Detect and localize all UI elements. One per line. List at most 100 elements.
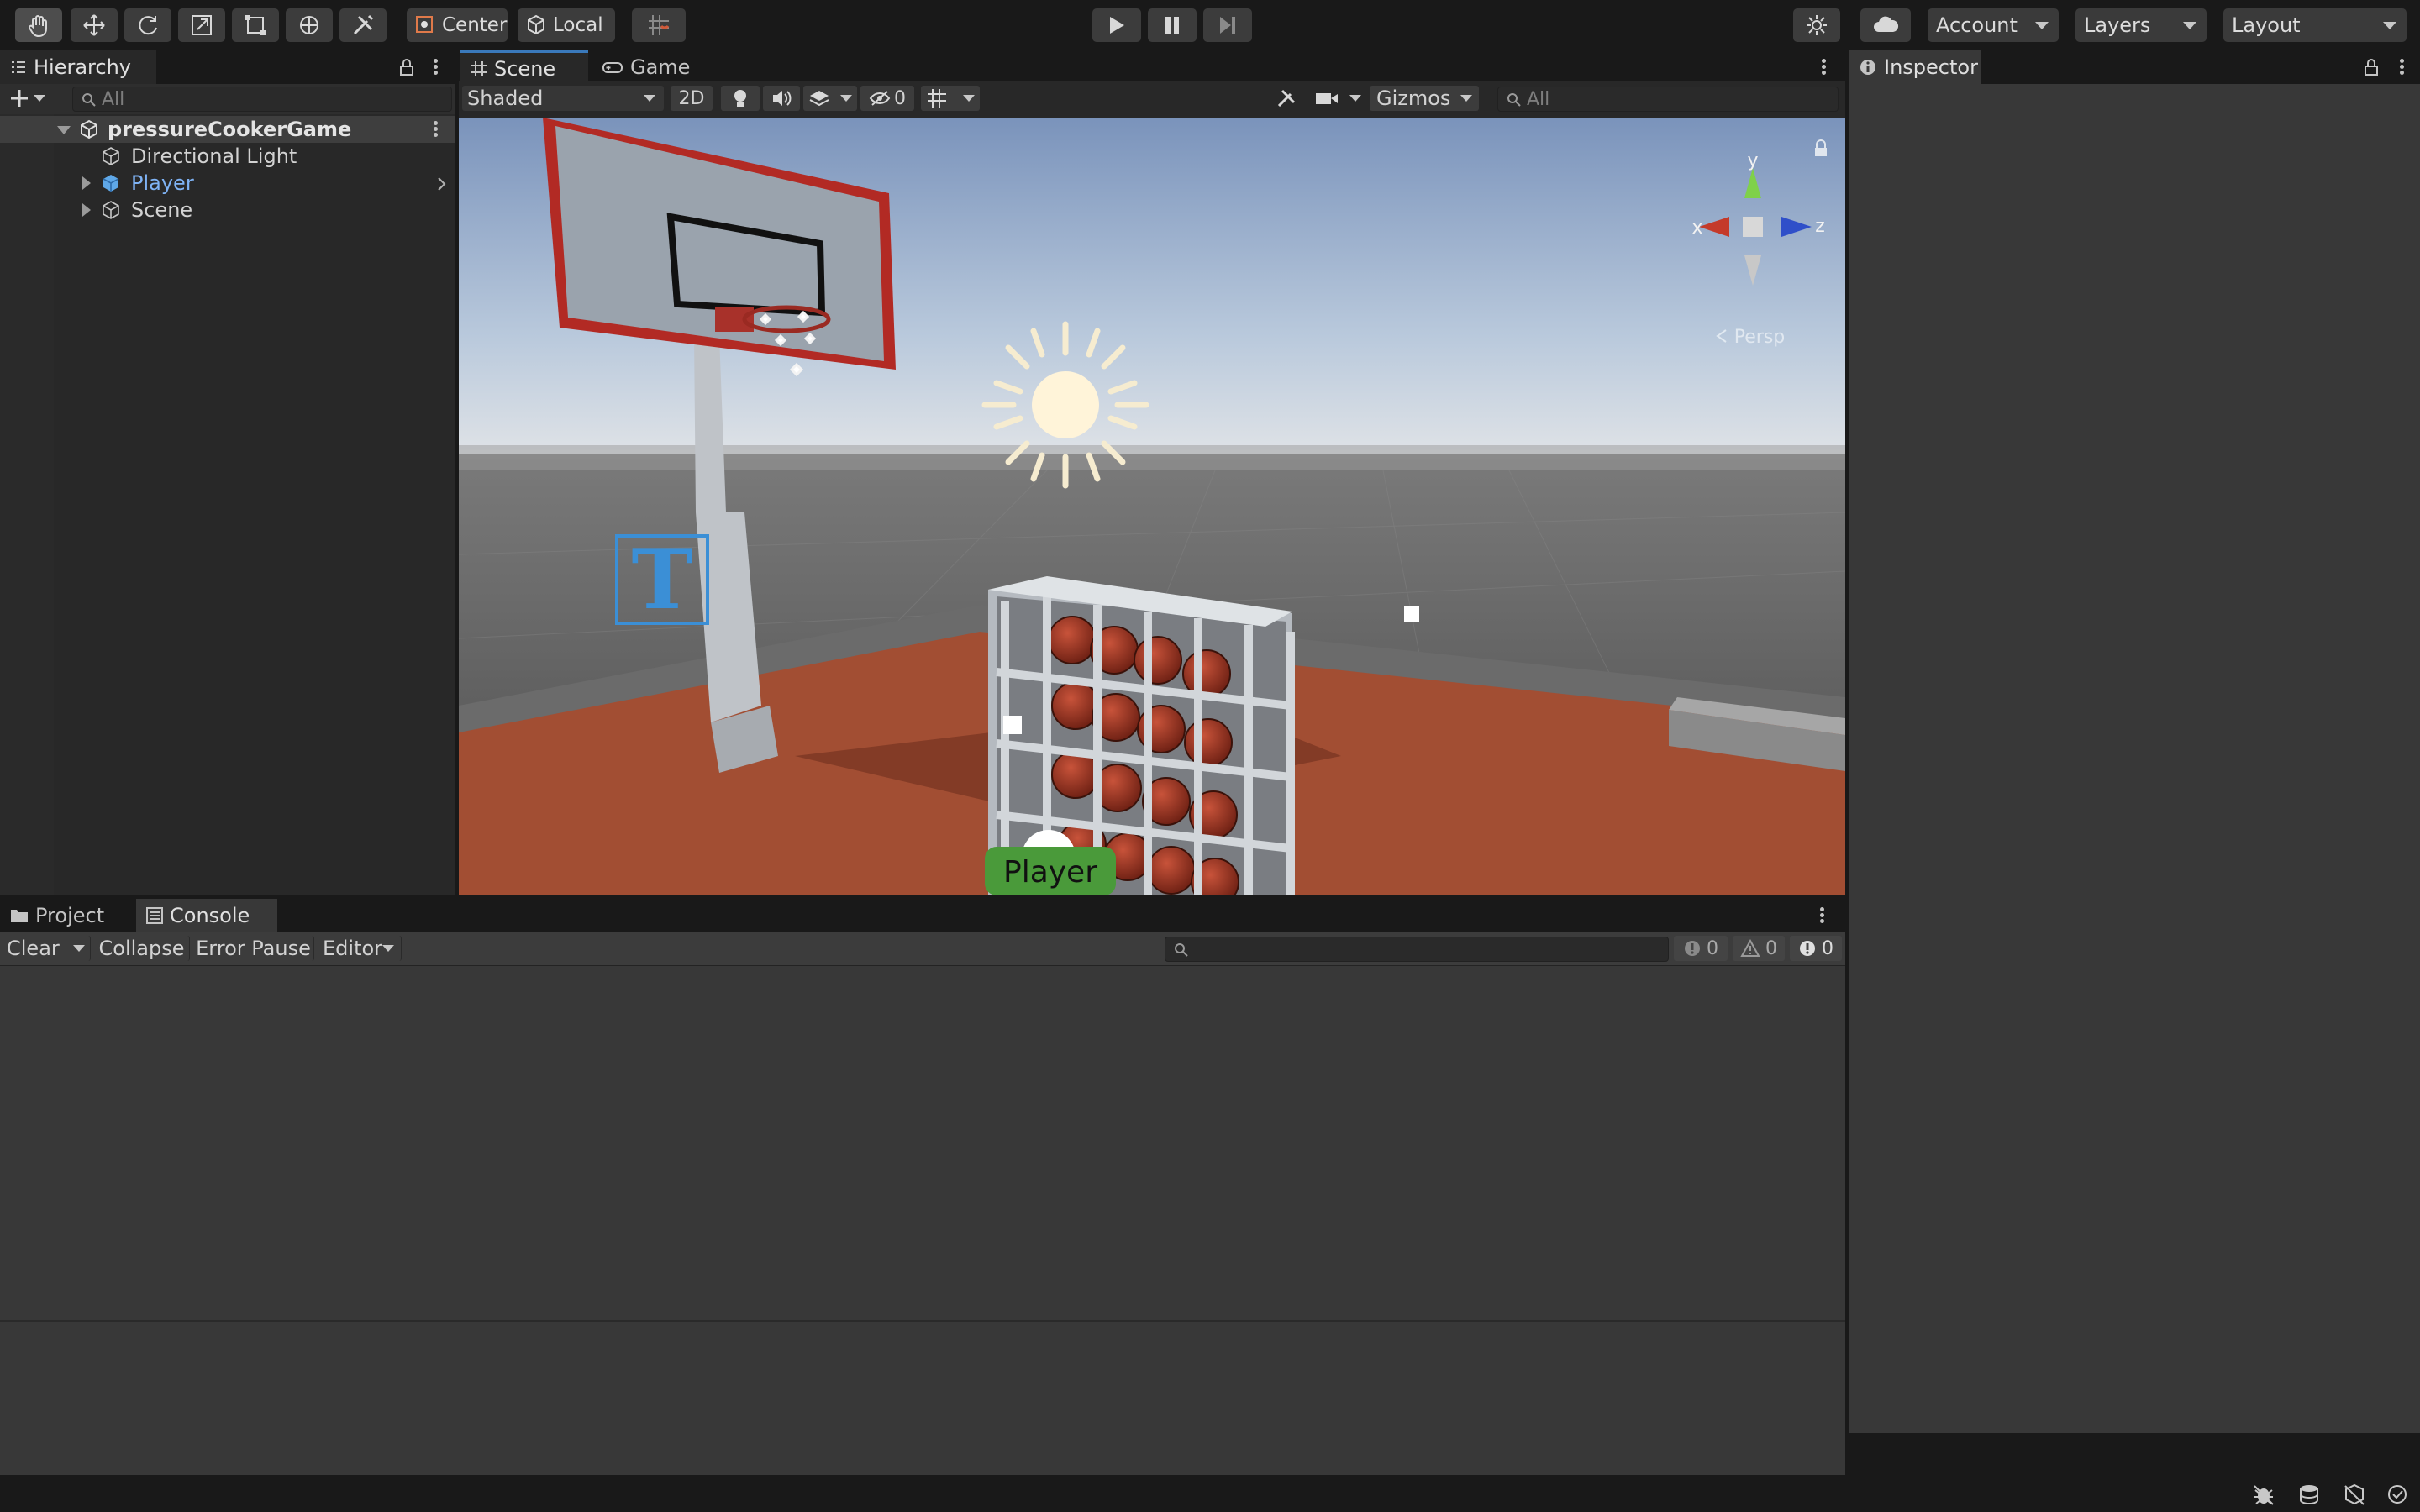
error-icon: [1800, 941, 1815, 956]
gizmos-dropdown[interactable]: Gizmos: [1370, 86, 1479, 111]
auto-generate-lighting-icon[interactable]: [2343, 1483, 2366, 1505]
console-tab-label: Console: [170, 904, 250, 927]
hierarchy-scene-row[interactable]: pressureCookerGame: [0, 116, 455, 143]
create-button[interactable]: [8, 87, 45, 109]
audio-toggle[interactable]: [763, 86, 800, 111]
expand-arrow-icon[interactable]: [82, 176, 91, 190]
lightbulb-icon: [734, 90, 746, 107]
transform-tool-button[interactable]: [286, 8, 333, 42]
move-tool-button[interactable]: [71, 8, 118, 42]
warning-filter-toggle[interactable]: 0: [1733, 936, 1785, 961]
editor-label: Editor: [323, 937, 383, 960]
hierarchy-search-input[interactable]: All: [72, 87, 452, 112]
expand-arrow-icon[interactable]: [82, 203, 91, 217]
vertical-splitter[interactable]: [1845, 50, 1849, 1475]
error-filter-toggle[interactable]: 0: [1790, 936, 1842, 961]
gameobject-icon: [103, 147, 119, 165]
effects-layers-icon: [809, 91, 829, 107]
lighting-toggle[interactable]: [721, 86, 760, 111]
scene-more-options-icon[interactable]: [1822, 57, 1827, 77]
local-space-icon: [528, 14, 544, 35]
chevron-down-icon: [73, 945, 85, 952]
main-toolbar: Center Local Account Layers Layout: [0, 0, 2420, 50]
hierarchy-item-player[interactable]: Player: [0, 170, 455, 197]
move-icon: [83, 14, 105, 36]
expand-arrow-icon[interactable]: [57, 126, 71, 134]
bug-icon[interactable]: [2252, 1483, 2275, 1505]
rect-transform-icon: [245, 15, 266, 35]
account-dropdown[interactable]: Account: [1928, 8, 2059, 42]
check-circle-icon[interactable]: [2386, 1483, 2408, 1505]
camera-dropdown[interactable]: [1309, 86, 1365, 111]
chevron-down-icon: [2383, 22, 2396, 29]
log-filter-toggle[interactable]: 0: [1674, 936, 1728, 961]
more-options-icon[interactable]: [434, 57, 439, 77]
warn-count: 0: [1765, 937, 1777, 959]
toggle-2d-button[interactable]: 2D: [671, 86, 713, 111]
pause-icon: [1165, 17, 1179, 34]
error-pause-toggle[interactable]: Error Pause: [193, 936, 314, 961]
tab-game[interactable]: Game: [592, 50, 701, 84]
draw-mode-dropdown[interactable]: Shaded: [462, 86, 664, 111]
hierarchy-gutter: [0, 114, 54, 895]
projection-label[interactable]: Persp: [1734, 327, 1786, 348]
vertical-splitter[interactable]: [455, 50, 459, 895]
hierarchy-item-scene[interactable]: Scene: [0, 197, 455, 223]
effects-dropdown[interactable]: [803, 86, 857, 111]
grid-dropdown[interactable]: [921, 86, 980, 111]
lock-icon[interactable]: [2363, 57, 2380, 77]
tools-icon: [353, 14, 374, 35]
pivot-label: Center: [442, 14, 508, 36]
pause-button[interactable]: [1148, 8, 1197, 42]
cache-server-icon[interactable]: [2297, 1483, 2321, 1505]
custom-tool-button[interactable]: [339, 8, 387, 42]
clear-button[interactable]: Clear: [0, 936, 91, 961]
chevron-down-icon: [840, 95, 852, 102]
scene-grid-icon: [471, 60, 487, 76]
player-label: Player: [1003, 855, 1097, 890]
grid-snap-button[interactable]: [632, 8, 686, 42]
directional-light-gizmo: [981, 321, 1150, 489]
scale-tool-button[interactable]: [178, 8, 225, 42]
console-search-input[interactable]: [1165, 937, 1669, 962]
speaker-icon: [773, 91, 792, 106]
horizontal-splitter[interactable]: [0, 895, 1845, 899]
pivot-center-button[interactable]: Center: [407, 8, 508, 42]
console-icon: [146, 907, 163, 924]
collapse-toggle[interactable]: Collapse: [94, 936, 190, 961]
tools-toggle[interactable]: [1267, 86, 1306, 111]
tab-hierarchy[interactable]: Hierarchy: [0, 50, 156, 84]
services-button[interactable]: [1793, 8, 1840, 42]
hand-tool-button[interactable]: [15, 8, 62, 42]
layers-dropdown[interactable]: Layers: [2075, 8, 2207, 42]
inspector-panel: Inspector: [1849, 50, 2420, 1433]
rotate-icon: [139, 16, 157, 35]
console-tabbar: Project Console: [0, 899, 1845, 932]
layout-dropdown[interactable]: Layout: [2223, 8, 2407, 42]
editor-dropdown[interactable]: Editor: [318, 936, 402, 961]
tab-scene[interactable]: Scene: [460, 50, 588, 84]
cloud-button[interactable]: [1860, 8, 1911, 42]
rotate-tool-button[interactable]: [124, 8, 171, 42]
axis-x-label: x: [1691, 218, 1702, 239]
scene-visibility-toggle[interactable]: 0: [860, 86, 914, 111]
more-options-icon[interactable]: [2400, 57, 2405, 77]
tab-inspector[interactable]: Inspector: [1849, 50, 1981, 84]
chevron-down-icon: [963, 95, 975, 102]
scene-viewport[interactable]: T y x z Persp Player: [459, 118, 1845, 895]
scene-options-icon[interactable]: [434, 119, 439, 139]
tab-console[interactable]: Console: [136, 899, 277, 932]
scene-search-input[interactable]: All: [1497, 87, 1839, 112]
chevron-right-icon[interactable]: [437, 176, 447, 192]
tab-project[interactable]: Project: [0, 899, 133, 932]
hierarchy-item-directional-light[interactable]: Directional Light: [0, 143, 455, 170]
warning-icon: [1740, 939, 1760, 957]
pivot-space-button[interactable]: Local: [518, 8, 615, 42]
step-button[interactable]: [1203, 8, 1252, 42]
lock-icon[interactable]: [398, 57, 415, 77]
console-more-options-icon[interactable]: [1820, 906, 1825, 926]
rect-tool-button[interactable]: [232, 8, 279, 42]
game-tab-label: Game: [630, 55, 691, 79]
cloud-icon: [1874, 16, 1899, 32]
play-button[interactable]: [1092, 8, 1141, 42]
